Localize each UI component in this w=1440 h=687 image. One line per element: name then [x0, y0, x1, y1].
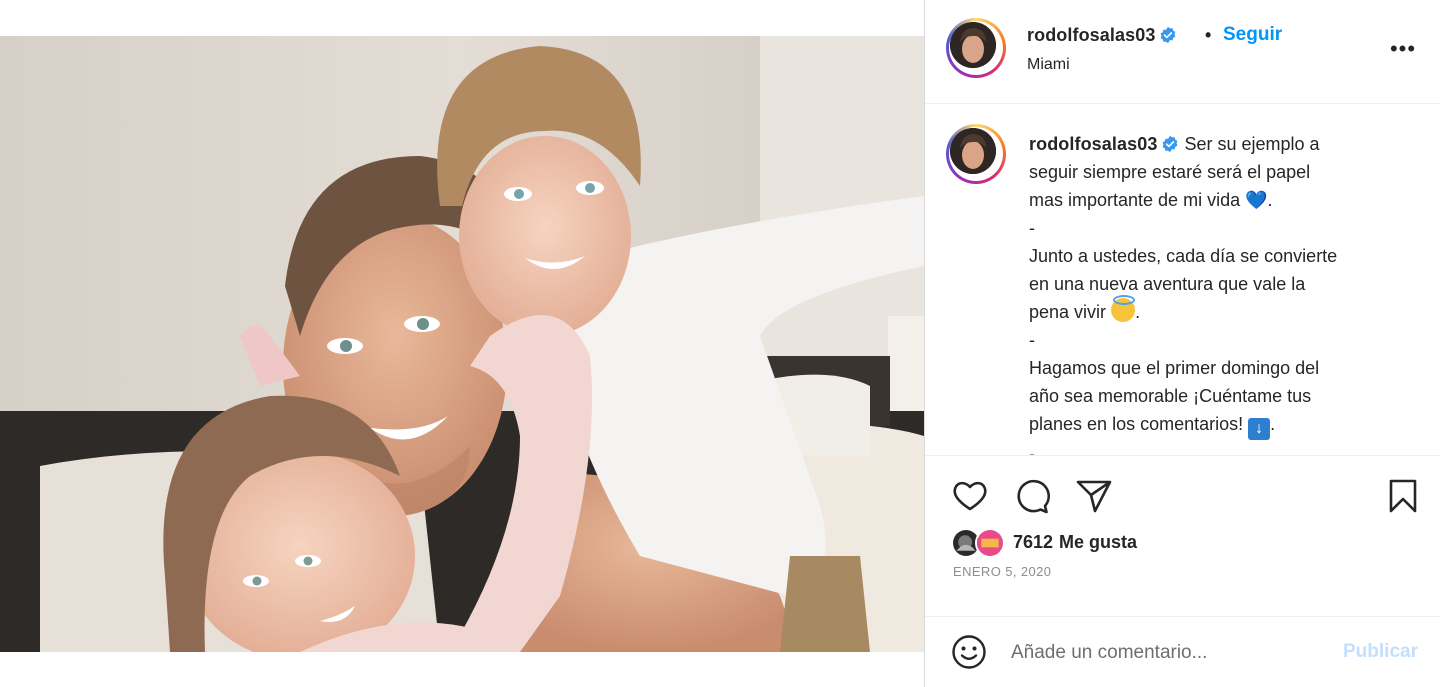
paper-plane-icon[interactable]: [1074, 476, 1114, 516]
caption-line: -: [1029, 218, 1035, 238]
separator-dot: •: [1205, 25, 1212, 45]
smiley-icon[interactable]: [951, 634, 987, 670]
family-photo-illustration: [0, 36, 924, 652]
verified-badge-icon: [1163, 135, 1178, 153]
avatar-portrait-icon: [950, 128, 996, 174]
post-photo[interactable]: [0, 36, 924, 652]
caption-username[interactable]: rodolfosalas03: [1029, 134, 1157, 154]
heart-outline-icon[interactable]: [950, 476, 990, 516]
author-username[interactable]: rodolfosalas03: [1027, 25, 1177, 46]
caption-text: rodolfosalas03 Ser su ejemplo a seguir s…: [1029, 130, 1409, 456]
halo-smile-emoji-icon: [1111, 295, 1136, 322]
blue-heart-emoji-icon: 💙: [1245, 190, 1268, 210]
instagram-post-page: rodolfosalas03 • Seguir Miami ••• rodolf…: [0, 0, 1440, 687]
post-location[interactable]: Miami: [1027, 56, 1070, 74]
post-side-panel: rodolfosalas03 • Seguir Miami ••• rodolf…: [924, 0, 1440, 687]
post-header: rodolfosalas03 • Seguir Miami •••: [925, 0, 1440, 104]
post-date[interactable]: ENERO 5, 2020: [953, 564, 1051, 579]
author-avatar[interactable]: [946, 18, 1006, 78]
caption-line: en una nueva aventura que vale la: [1029, 274, 1306, 294]
caption-section: rodolfosalas03 Ser su ejemplo a seguir s…: [925, 104, 1440, 456]
liker-avatar[interactable]: [975, 528, 1005, 558]
follow-button[interactable]: Seguir: [1223, 24, 1282, 46]
comment-input[interactable]: [1011, 637, 1331, 669]
verified-badge-icon: [1161, 26, 1176, 44]
comment-bubble-icon[interactable]: [1012, 476, 1052, 516]
caption-line: mas importante de mi vida 💙.: [1029, 190, 1273, 210]
caption-line: seguir siempre estaré será el papel: [1029, 162, 1311, 182]
caption-line: Junto a ustedes, cada día se convierte: [1029, 246, 1338, 266]
post-actions: 7612 Me gusta ENERO 5, 2020: [925, 456, 1440, 616]
avatar-portrait-icon: [950, 22, 996, 68]
publish-button[interactable]: Publicar: [1343, 641, 1418, 663]
caption-line: pena vivir .: [1029, 295, 1409, 326]
down-arrow-emoji-icon: ↓: [1248, 418, 1271, 440]
caption-line: rodolfosalas03 Ser su ejemplo a: [1029, 134, 1320, 154]
caption-line: planes en los comentarios! ↓.: [1029, 410, 1409, 440]
caption-line: -: [1029, 444, 1035, 456]
more-options-icon[interactable]: •••: [1383, 34, 1423, 64]
caption-line: Hagamos que el primer domingo del: [1029, 358, 1320, 378]
likes-count[interactable]: 7612 Me gusta: [1013, 532, 1137, 553]
comment-bar: Publicar: [925, 616, 1440, 687]
caption-author-avatar[interactable]: [946, 124, 1006, 184]
caption-line: -: [1029, 330, 1035, 350]
caption-line: año sea memorable ¡Cuéntame tus: [1029, 386, 1312, 406]
bookmark-icon[interactable]: [1383, 476, 1423, 516]
